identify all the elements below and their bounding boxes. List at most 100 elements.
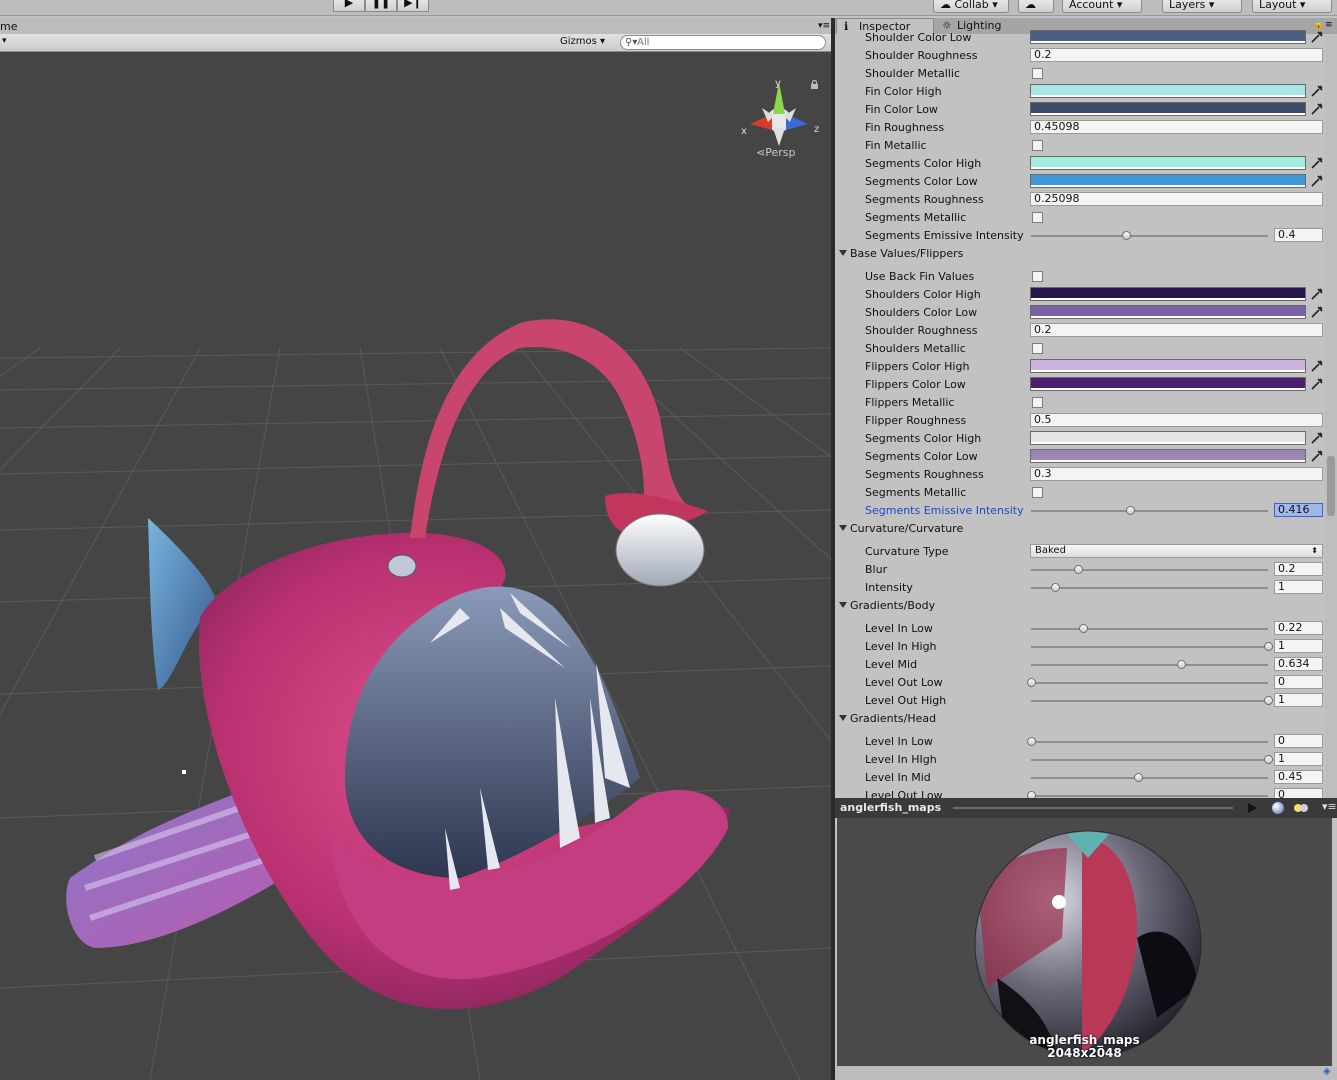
checkbox[interactable] bbox=[1032, 487, 1043, 498]
preview-menu-icon[interactable]: ▾≡ bbox=[1322, 800, 1337, 813]
checkbox[interactable] bbox=[1032, 68, 1043, 79]
scene-tab-label[interactable]: me bbox=[0, 20, 17, 33]
eyedropper-icon[interactable] bbox=[1310, 174, 1324, 188]
checkbox[interactable] bbox=[1032, 397, 1043, 408]
shading-mode-dropdown[interactable]: ▾ bbox=[2, 36, 7, 46]
float-field[interactable]: 0.2 bbox=[1030, 48, 1323, 62]
cloud-services-button[interactable]: ☁ bbox=[1018, 0, 1054, 13]
preview-light-icon[interactable] bbox=[1293, 802, 1309, 814]
slider-handle[interactable] bbox=[1079, 624, 1089, 633]
slider-value-field[interactable]: 0 bbox=[1274, 675, 1323, 689]
asset-label-icon[interactable]: ◈ bbox=[1323, 1066, 1331, 1077]
color-field[interactable] bbox=[1030, 156, 1306, 170]
slider-track[interactable] bbox=[1031, 664, 1268, 666]
slider-value-field[interactable]: 1 bbox=[1274, 693, 1323, 707]
slider-track[interactable] bbox=[1031, 795, 1268, 797]
foldout-triangle-icon[interactable] bbox=[839, 250, 847, 256]
slider-handle[interactable] bbox=[1264, 642, 1273, 651]
preview-drag-bar[interactable] bbox=[953, 807, 1233, 809]
projection-toggle[interactable]: ⋖Persp bbox=[756, 146, 795, 159]
eyedropper-icon[interactable] bbox=[1310, 431, 1324, 445]
float-field[interactable]: 0.3 bbox=[1030, 467, 1323, 481]
slider-track[interactable] bbox=[1031, 777, 1268, 779]
slider-value-field[interactable]: 0.634 bbox=[1274, 657, 1323, 671]
foldout-triangle-icon[interactable] bbox=[839, 715, 847, 721]
slider-handle[interactable] bbox=[1027, 737, 1036, 746]
slider-value-field[interactable]: 0.2 bbox=[1274, 562, 1323, 576]
color-field[interactable] bbox=[1030, 287, 1306, 301]
slider-handle[interactable] bbox=[1027, 678, 1036, 687]
eyedropper-icon[interactable] bbox=[1310, 449, 1324, 463]
color-field[interactable] bbox=[1030, 174, 1306, 188]
slider-value-field[interactable]: 0 bbox=[1274, 788, 1323, 798]
slider-track[interactable] bbox=[1031, 682, 1268, 684]
slider-handle[interactable] bbox=[1121, 231, 1131, 240]
slider-handle[interactable] bbox=[1125, 506, 1135, 515]
eyedropper-icon[interactable] bbox=[1310, 156, 1324, 170]
collab-button[interactable]: ☁ Collab ▾ bbox=[933, 0, 1009, 13]
foldout-triangle-icon[interactable] bbox=[839, 525, 847, 531]
slider-value-field[interactable]: 1 bbox=[1274, 752, 1323, 766]
curvature-type-dropdown[interactable]: Baked ⬍ bbox=[1030, 544, 1323, 558]
slider-track[interactable] bbox=[1031, 759, 1268, 761]
layout-dropdown[interactable]: Layout ▾ bbox=[1252, 0, 1332, 13]
slider-handle[interactable] bbox=[1027, 791, 1036, 798]
color-field[interactable] bbox=[1030, 84, 1306, 98]
float-field[interactable]: 0.25098 bbox=[1030, 192, 1323, 206]
slider-track[interactable] bbox=[1031, 235, 1268, 237]
section-header[interactable]: Gradients/Head bbox=[835, 710, 1337, 728]
pause-button[interactable]: ❚❚ bbox=[365, 0, 397, 12]
eyedropper-icon[interactable] bbox=[1310, 84, 1324, 98]
slider-track[interactable] bbox=[1031, 646, 1268, 648]
slider-value-field[interactable]: 1 bbox=[1274, 639, 1323, 653]
play-button[interactable]: ▶ bbox=[333, 0, 365, 12]
section-header[interactable]: Base Values/Flippers bbox=[835, 245, 1337, 263]
preview-play-icon[interactable] bbox=[1245, 801, 1259, 815]
slider-value-field[interactable]: 0.416 bbox=[1274, 503, 1323, 517]
float-field[interactable]: 0.5 bbox=[1030, 413, 1323, 427]
eyedropper-icon[interactable] bbox=[1310, 102, 1324, 116]
eyedropper-icon[interactable] bbox=[1310, 377, 1324, 391]
slider-track[interactable] bbox=[1031, 741, 1268, 743]
gizmos-dropdown[interactable]: Gizmos ▾ bbox=[560, 36, 605, 47]
inspector-scrollbar[interactable] bbox=[1325, 36, 1337, 798]
slider-value-field[interactable]: 0 bbox=[1274, 734, 1323, 748]
slider-handle[interactable] bbox=[1133, 773, 1143, 782]
section-header[interactable]: Gradients/Body bbox=[835, 597, 1337, 615]
checkbox[interactable] bbox=[1032, 271, 1043, 282]
slider-handle[interactable] bbox=[1264, 696, 1273, 705]
preview-area[interactable]: anglerfish_maps 2048x2048 bbox=[837, 818, 1332, 1066]
scene-search-input[interactable]: ⚲▾ All bbox=[620, 35, 826, 50]
color-field[interactable] bbox=[1030, 30, 1306, 44]
slider-handle[interactable] bbox=[1050, 583, 1060, 592]
color-field[interactable] bbox=[1030, 431, 1306, 445]
slider-track[interactable] bbox=[1031, 510, 1268, 512]
eyedropper-icon[interactable] bbox=[1310, 359, 1324, 373]
checkbox[interactable] bbox=[1032, 140, 1043, 151]
slider-track[interactable] bbox=[1031, 700, 1268, 702]
preview-sphere-icon[interactable] bbox=[1272, 802, 1284, 814]
color-field[interactable] bbox=[1030, 377, 1306, 391]
eyedropper-icon[interactable] bbox=[1310, 287, 1324, 301]
slider-handle[interactable] bbox=[1074, 565, 1084, 574]
slider-value-field[interactable]: 0.45 bbox=[1274, 770, 1323, 784]
checkbox[interactable] bbox=[1032, 343, 1043, 354]
color-field[interactable] bbox=[1030, 359, 1306, 373]
light-gizmo[interactable] bbox=[182, 770, 186, 774]
color-field[interactable] bbox=[1030, 449, 1306, 463]
panel-menu-icon[interactable]: ▾≡ bbox=[818, 21, 830, 31]
slider-track[interactable] bbox=[1031, 628, 1268, 630]
color-field[interactable] bbox=[1030, 305, 1306, 319]
eyedropper-icon[interactable] bbox=[1310, 305, 1324, 319]
section-header[interactable]: Curvature/Curvature bbox=[835, 520, 1337, 538]
slider-value-field[interactable]: 0.4 bbox=[1274, 228, 1323, 242]
slider-handle[interactable] bbox=[1177, 660, 1187, 669]
color-field[interactable] bbox=[1030, 102, 1306, 116]
slider-track[interactable] bbox=[1031, 569, 1268, 571]
float-field[interactable]: 0.45098 bbox=[1030, 120, 1323, 134]
slider-handle[interactable] bbox=[1264, 755, 1273, 764]
slider-value-field[interactable]: 1 bbox=[1274, 580, 1323, 594]
foldout-triangle-icon[interactable] bbox=[839, 602, 847, 608]
checkbox[interactable] bbox=[1032, 212, 1043, 223]
float-field[interactable]: 0.2 bbox=[1030, 323, 1323, 337]
